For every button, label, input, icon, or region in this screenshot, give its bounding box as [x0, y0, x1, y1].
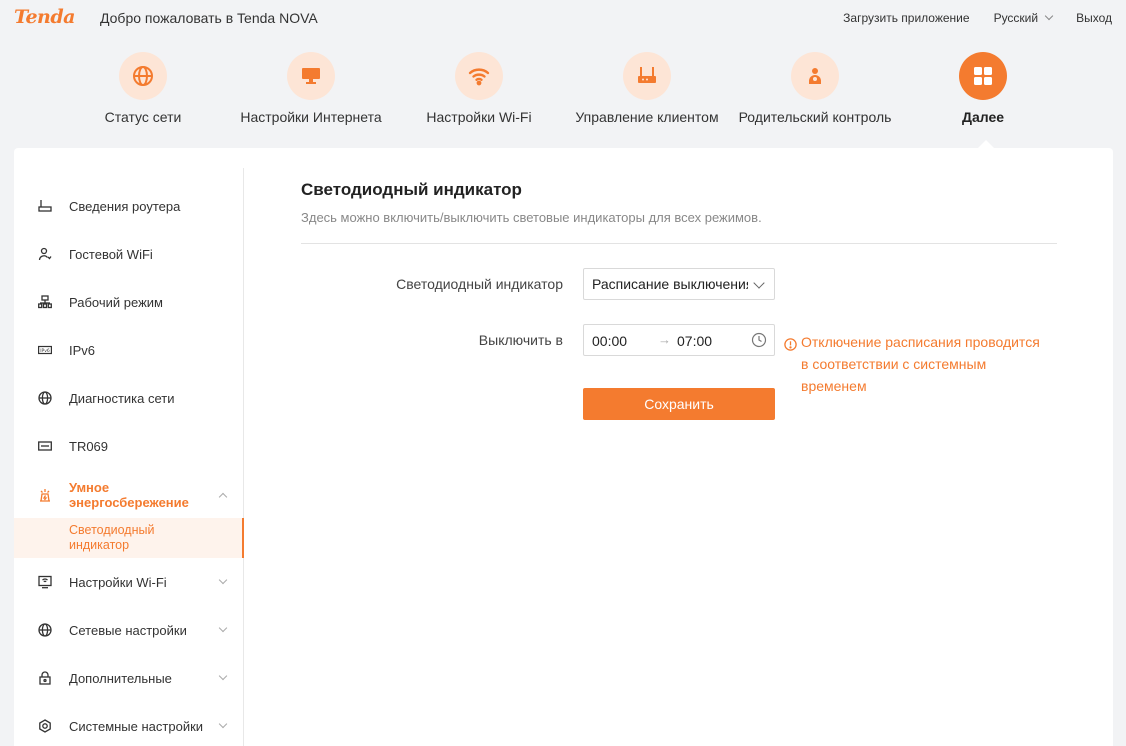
nav-more[interactable]: Далее [903, 52, 1063, 125]
nav-label: Настройки Wi-Fi [426, 109, 532, 125]
top-links: Загрузить приложение Русский Выход [819, 11, 1112, 25]
globe-icon [119, 52, 167, 100]
wifi-settings-icon [38, 575, 52, 589]
sidebar-item-label: Настройки Wi-Fi [69, 574, 167, 590]
language-label: Русский [993, 11, 1039, 25]
guest-icon [38, 247, 52, 261]
tenda-logo[interactable]: Tenda [14, 6, 75, 28]
welcome-text: Добро пожаловать в Tenda NOVA [100, 10, 318, 26]
sidebar-item-tr069[interactable]: TR069 [14, 426, 244, 466]
ipv6-icon: IPv6 [38, 343, 52, 357]
sidebar-item-network-settings[interactable]: Сетевые настройки [14, 610, 244, 650]
energy-icon [38, 488, 52, 502]
logout-link[interactable]: Выход [1076, 11, 1112, 25]
globe-icon [38, 623, 52, 637]
sidebar-item-label: IPv6 [69, 342, 96, 358]
led-indicator-label: Светодиодный индикатор [396, 276, 563, 292]
nav-label: Далее [961, 109, 1005, 125]
sidebar-item-ipv6[interactable]: IPv6 IPv6 [14, 330, 244, 370]
grid-icon [959, 52, 1007, 100]
nav-label: Родительский контроль [738, 109, 892, 125]
time-range-picker[interactable]: 00:00 → 07:00 [583, 324, 775, 356]
nav-label: Статус сети [104, 109, 182, 125]
sidebar-item-work-mode[interactable]: Рабочий режим [14, 282, 244, 322]
warning-text: Отключение расписания проводится в соотв… [801, 334, 1040, 394]
tr069-icon [38, 439, 52, 453]
globe-icon [38, 391, 52, 405]
sidebar-item-energy-saving[interactable]: Умное энергосбережение [14, 475, 244, 515]
sidebar-item-label: Системные настройки [69, 718, 204, 734]
wifi-icon [455, 52, 503, 100]
router-icon [623, 52, 671, 100]
sidebar-item-router-info[interactable]: Сведения роутера [14, 186, 244, 226]
sidebar-item-system-settings[interactable]: Системные настройки [14, 706, 244, 746]
download-app-link[interactable]: Загрузить приложение [843, 11, 969, 25]
schedule-warning: Отключение расписания проводится в соотв… [784, 331, 1049, 397]
router-info-icon [38, 199, 52, 213]
save-button[interactable]: Сохранить [583, 388, 775, 420]
sidebar-item-label: Гостевой WiFi [69, 246, 153, 262]
warning-icon [784, 335, 797, 357]
sidebar-item-wifi-settings[interactable]: Настройки Wi-Fi [14, 562, 244, 602]
sidebar-item-label: Диагностика сети [69, 390, 175, 406]
divider [301, 243, 1057, 244]
sidebar-item-label: Сведения роутера [69, 198, 181, 214]
sidebar-item-label: Дополнительные [69, 670, 172, 686]
monitor-icon [287, 52, 335, 100]
chevron-down-icon [218, 719, 228, 729]
end-time-input[interactable]: 07:00 [677, 333, 712, 349]
lock-icon [38, 671, 52, 685]
chevron-down-icon [753, 277, 765, 289]
off-time-label: Выключить в [478, 332, 563, 348]
chevron-down-icon [218, 575, 228, 585]
parent-icon [791, 52, 839, 100]
chevron-down-icon [218, 623, 228, 633]
sidebar: Сведения роутера Гостевой WiFi Рабочий р… [14, 168, 244, 746]
sidebar-subitem-label: Светодиодный индикатор [69, 523, 155, 552]
language-select[interactable]: Русский [993, 11, 1054, 25]
topology-icon [38, 295, 52, 309]
chevron-up-icon [218, 492, 228, 502]
sidebar-item-guest-wifi[interactable]: Гостевой WiFi [14, 234, 244, 274]
nav-label: Управление клиентом [575, 109, 719, 125]
sidebar-item-diagnostics[interactable]: Диагностика сети [14, 378, 244, 418]
page-title: Светодиодный индикатор [301, 180, 522, 199]
main-card: Сведения роутера Гостевой WiFi Рабочий р… [14, 148, 1113, 746]
nav-network-status[interactable]: Статус сети [63, 52, 223, 125]
sidebar-item-label: TR069 [69, 438, 109, 454]
led-mode-select[interactable]: Расписание выключения [583, 268, 775, 300]
start-time-input[interactable]: 00:00 [592, 333, 627, 349]
arrow-right-icon: → [658, 332, 671, 347]
sidebar-item-advanced[interactable]: Дополнительные [14, 658, 244, 698]
nav-client-management[interactable]: Управление клиентом [567, 52, 727, 125]
nav-label: Настройки Интернета [240, 109, 382, 125]
sidebar-item-label: Умное энергосбережение [69, 480, 189, 510]
nav-parental-control[interactable]: Родительский контроль [735, 52, 895, 125]
nav-internet-settings[interactable]: Настройки Интернета [231, 52, 391, 125]
chevron-down-icon [1044, 11, 1054, 21]
led-mode-value: Расписание выключения [592, 276, 748, 292]
sidebar-item-label: Рабочий режим [69, 294, 163, 310]
sidebar-subitem-led-indicator[interactable]: Светодиодный индикатор [14, 518, 244, 558]
top-bar: Tenda Добро пожаловать в Tenda NOVA Загр… [0, 0, 1126, 36]
chevron-down-icon [218, 671, 228, 681]
page-description: Здесь можно включить/выключить световые … [301, 210, 762, 225]
sidebar-item-label: Сетевые настройки [69, 622, 187, 638]
svg-text:IPv6: IPv6 [40, 348, 50, 354]
clock-icon [751, 332, 767, 351]
nav-wifi-settings[interactable]: Настройки Wi-Fi [399, 52, 559, 125]
settings-icon [38, 719, 52, 733]
